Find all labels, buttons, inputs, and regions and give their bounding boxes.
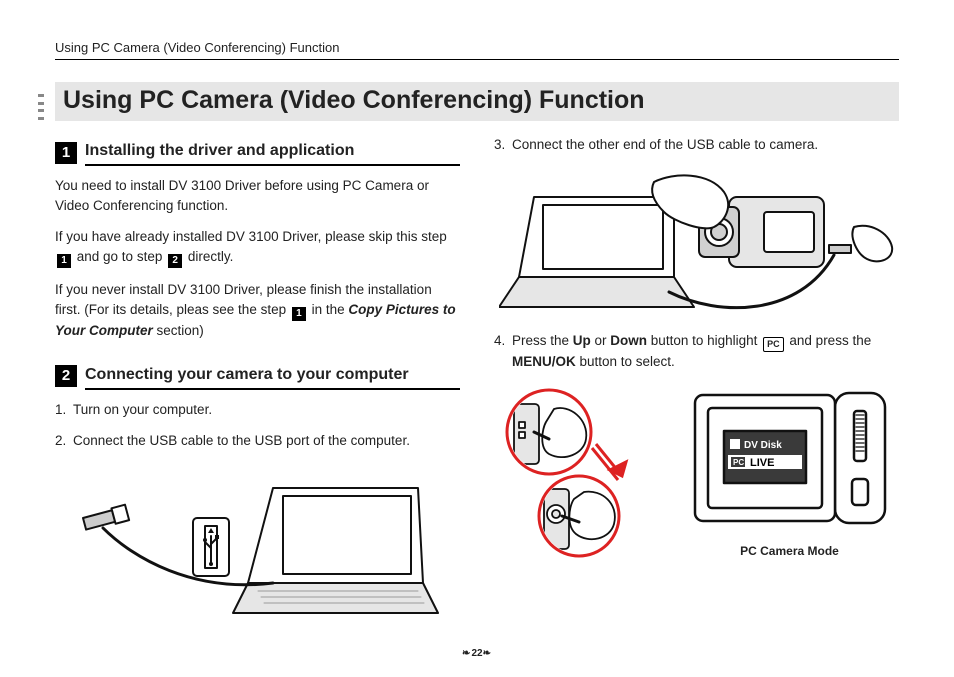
section-1-heading: 1 Installing the driver and application [55, 139, 460, 166]
step-4b: or [591, 333, 611, 348]
section-1-para-2a: If you have already installed DV 3100 Dr… [55, 229, 447, 244]
step-1b-badge-icon: 1 [292, 307, 306, 321]
step-4-illustration-row: DV Disk PC LIVE PC Camera Mode [494, 383, 899, 560]
camera-laptop-illustration [499, 167, 894, 317]
section-2-title: Connecting your camera to your computer [85, 363, 460, 390]
step-3-text: Connect the other end of the USB cable t… [512, 135, 899, 155]
laptop-usb-illustration [73, 463, 443, 623]
section-1-para-3: If you never install DV 3100 Driver, ple… [55, 280, 460, 340]
step-4-down: Down [610, 333, 647, 348]
section-1-para-2c: directly. [188, 249, 234, 264]
step-4c: button to highlight [647, 333, 761, 348]
section-1-badge-icon: 1 [55, 142, 77, 164]
section-2-heading: 2 Connecting your camera to your compute… [55, 363, 460, 390]
section-2-step-2: 2. Connect the USB cable to the USB port… [55, 431, 460, 451]
step-2-badge-icon: 2 [168, 254, 182, 268]
lcd-pc-label: PC [733, 458, 744, 467]
step-4-up: Up [573, 333, 591, 348]
step-3-num: 3. [494, 135, 508, 155]
step-2-text: Connect the USB cable to the USB port of… [73, 431, 460, 451]
lcd-live-label: LIVE [750, 457, 774, 469]
step-4-text: Press the Up or Down button to highlight… [512, 331, 899, 372]
lcd-dvdisk-label: DV Disk [744, 440, 782, 451]
section-2-badge-icon: 2 [55, 365, 77, 387]
section-1-title: Installing the driver and application [85, 139, 460, 166]
section-1-para-2: If you have already installed DV 3100 Dr… [55, 227, 460, 268]
page-number: ❧22❧ [0, 648, 954, 659]
section-1-para-2b: and go to step [77, 249, 166, 264]
step-4: 4. Press the Up or Down button to highli… [494, 331, 899, 372]
step-4a: Press the [512, 333, 573, 348]
step-1-badge-icon: 1 [57, 254, 71, 268]
chapter-title: Using PC Camera (Video Conferencing) Fun… [55, 82, 899, 121]
figure-caption: PC Camera Mode [680, 543, 899, 560]
page-number-value: 22 [471, 648, 482, 659]
camera-back-illustration: DV Disk PC LIVE [690, 383, 890, 533]
step-4d: and press the [786, 333, 872, 348]
right-column: 3. Connect the other end of the USB cabl… [494, 135, 899, 637]
step-2-num: 2. [55, 431, 69, 451]
button-press-illustration [494, 384, 674, 559]
margin-dots-icon [38, 94, 44, 120]
section-1-para-3b: in the [312, 302, 349, 317]
section-2-step-1: 1. Turn on your computer. [55, 400, 460, 420]
step-4-menu: MENU/OK [512, 354, 576, 369]
section-1-para-1: You need to install DV 3100 Driver befor… [55, 176, 460, 215]
left-column: 1 Installing the driver and application … [55, 135, 460, 637]
running-header: Using PC Camera (Video Conferencing) Fun… [55, 40, 899, 60]
step-3: 3. Connect the other end of the USB cabl… [494, 135, 899, 155]
section-1-para-3c: section) [157, 323, 204, 338]
step-1-text: Turn on your computer. [73, 400, 460, 420]
step-4-num: 4. [494, 331, 508, 372]
camera-back-figure: DV Disk PC LIVE PC Camera Mode [680, 383, 899, 560]
step-4e: button to select. [576, 354, 675, 369]
pc-mode-icon: PC [763, 337, 784, 352]
step-1-num: 1. [55, 400, 69, 420]
